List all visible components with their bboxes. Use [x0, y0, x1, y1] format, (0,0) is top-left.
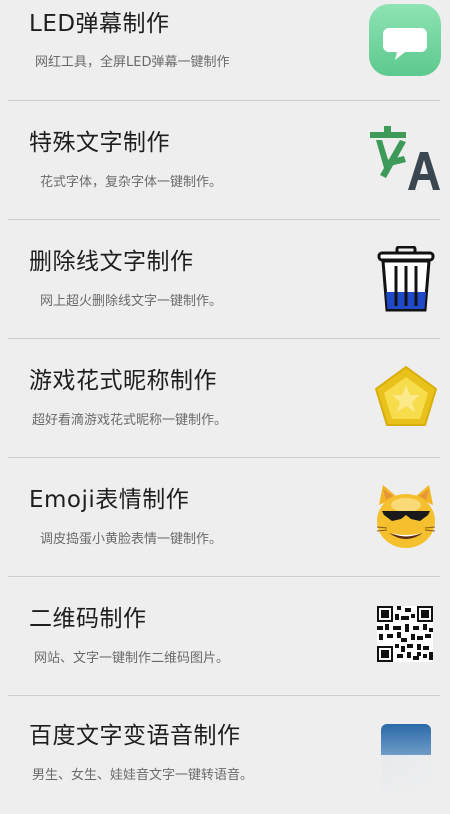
list-item-qr-code[interactable]: 二维码制作 网站、文字一键制作二维码图片。: [0, 577, 450, 695]
item-title: Emoji表情制作: [29, 487, 190, 513]
item-description: 网红工具，全屏LED弹幕一键制作: [35, 55, 230, 70]
item-title: 百度文字变语音制作: [29, 723, 241, 749]
item-description: 花式字体，复杂字体一键制作。: [40, 175, 223, 190]
pentagon-star-icon: [374, 365, 438, 431]
item-title: 游戏花式昵称制作: [29, 368, 217, 394]
item-title: 删除线文字制作: [29, 249, 194, 275]
translate-icon: [368, 126, 440, 196]
item-description: 男生、女生、娃娃音文字一键转语音。: [32, 768, 254, 783]
trash-can-icon: [377, 245, 435, 316]
item-title: 特殊文字制作: [29, 130, 170, 156]
item-description: 超好看滴游戏花式昵称一键制作。: [32, 413, 228, 428]
list-item-text-to-speech[interactable]: 百度文字变语音制作 男生、女生、娃娃音文字一键转语音。: [0, 696, 450, 814]
item-description: 网站、文字一键制作二维码图片。: [34, 651, 230, 666]
qr-code-icon: [377, 606, 433, 666]
list-item-emoji[interactable]: Emoji表情制作 调皮捣蛋小黄脸表情一键制作。: [0, 458, 450, 576]
cat-sunglasses-icon: [375, 483, 437, 553]
list-item-game-nickname[interactable]: 游戏花式昵称制作 超好看滴游戏花式昵称一键制作。: [0, 339, 450, 457]
chat-bubble-icon: [369, 4, 441, 80]
item-title: LED弹幕制作: [29, 11, 170, 37]
item-title: 二维码制作: [29, 606, 147, 632]
item-description: 网上超火删除线文字一键制作。: [40, 294, 223, 309]
list-item-special-text[interactable]: 特殊文字制作 花式字体，复杂字体一键制作。: [0, 101, 450, 219]
list-item-strikethrough-text[interactable]: 删除线文字制作 网上超火删除线文字一键制作。: [0, 220, 450, 338]
tool-list: LED弹幕制作 网红工具，全屏LED弹幕一键制作 特殊文字制作 花式字体，复杂字…: [0, 0, 450, 800]
audio-bar-icon: [381, 724, 431, 804]
item-description: 调皮捣蛋小黄脸表情一键制作。: [40, 532, 223, 547]
